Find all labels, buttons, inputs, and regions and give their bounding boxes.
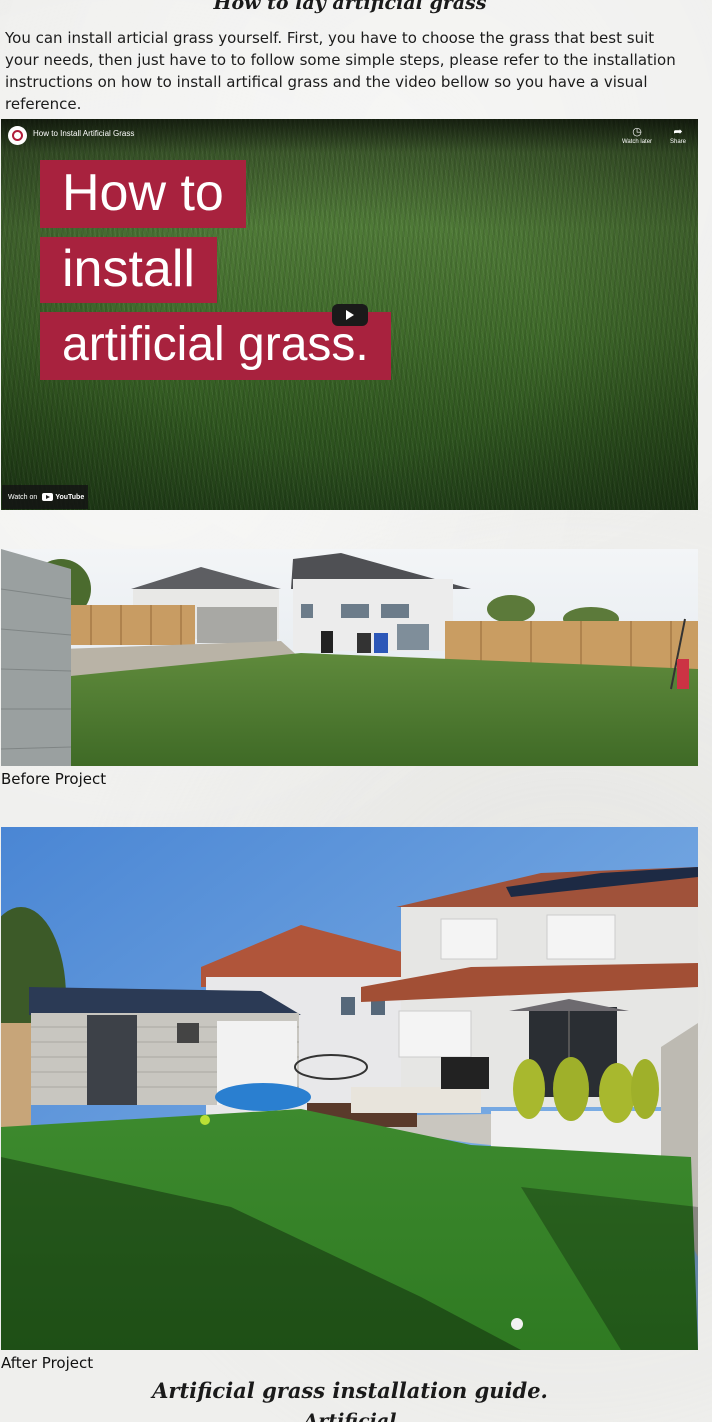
installation-guide-subheading: Artificial	[303, 1410, 397, 1422]
intro-paragraph: You can install articial grass yourself.…	[5, 29, 676, 113]
before-project-photo	[1, 549, 698, 766]
play-button[interactable]	[332, 304, 368, 326]
after-caption: After Project	[1, 1354, 94, 1372]
page-heading: How to lay artificial grass	[213, 0, 487, 14]
thumbnail-title-line-1: How to	[40, 160, 246, 228]
after-project-photo	[1, 827, 698, 1350]
watch-later-button[interactable]: ◷ Watch later	[617, 126, 657, 145]
share-button[interactable]: ➦ Share	[663, 126, 693, 145]
youtube-wordmark: YouTube	[55, 493, 85, 501]
video-embed[interactable]: How to Install Artificial Grass ◷ Watch …	[1, 119, 698, 510]
video-title-link[interactable]: How to Install Artificial Grass	[33, 129, 134, 138]
before-caption: Before Project	[1, 770, 107, 788]
play-icon	[346, 310, 354, 320]
watch-on-youtube-button[interactable]: Watch on YouTube	[2, 485, 88, 509]
thumbnail-title-line-2: install	[40, 237, 217, 303]
youtube-logo: YouTube	[42, 493, 84, 501]
watch-on-label: Watch on	[8, 493, 38, 501]
installation-guide-heading: Artificial grass installation guide.	[152, 1378, 548, 1403]
youtube-play-icon	[42, 493, 54, 501]
channel-logo-icon[interactable]	[8, 126, 27, 145]
share-arrow-icon: ➦	[673, 126, 683, 138]
watch-later-label: Watch later	[621, 139, 653, 145]
clock-icon: ◷	[632, 126, 642, 138]
share-label: Share	[669, 139, 686, 145]
